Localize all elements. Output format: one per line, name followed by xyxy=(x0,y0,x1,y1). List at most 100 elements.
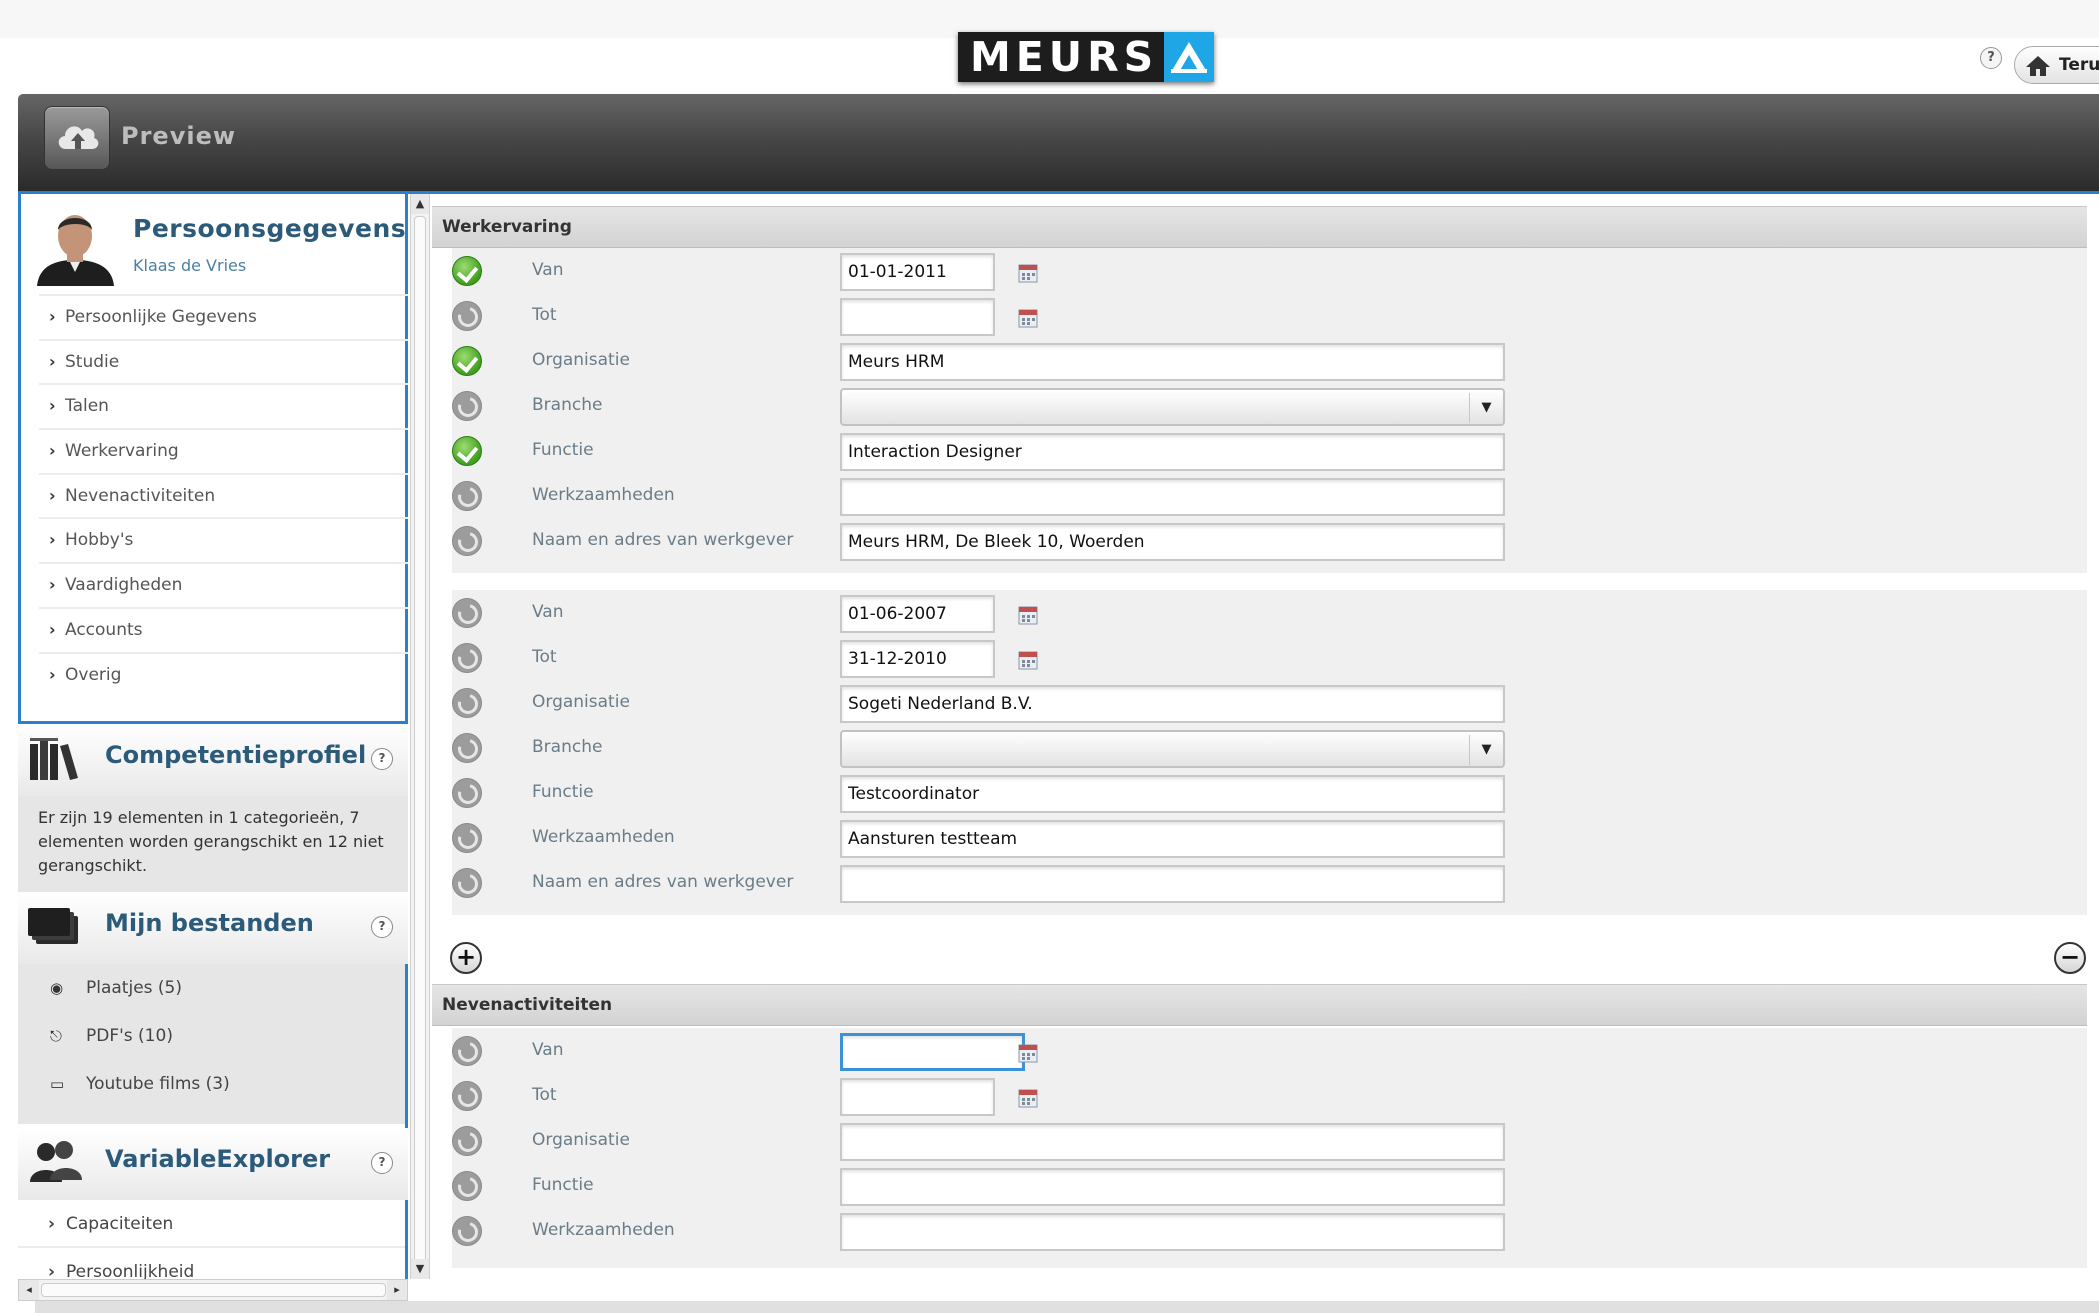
status-empty-icon xyxy=(452,1081,482,1111)
file-item-pdfs[interactable]: ⎋ PDF's (10) xyxy=(18,1012,405,1060)
calendar-icon[interactable] xyxy=(1018,308,1038,328)
cloud-upload-button[interactable] xyxy=(44,106,110,170)
field-row-branche: Branche ▼ xyxy=(452,725,2087,770)
field-label: Tot xyxy=(532,647,557,667)
field-row-organisatie: Organisatie Sogeti Nederland B.V. xyxy=(452,680,2087,725)
scrollbar-thumb[interactable] xyxy=(41,1283,386,1297)
pdf-icon: ⎋ xyxy=(50,1027,62,1045)
functie-input[interactable] xyxy=(840,1168,1505,1206)
field-label: Functie xyxy=(532,440,594,460)
cloud-upload-icon xyxy=(58,126,99,149)
status-empty-icon xyxy=(452,688,482,718)
sidebar-vertical-scrollbar[interactable]: ▲ ▼ xyxy=(410,194,430,1279)
werkzaamheden-input[interactable] xyxy=(840,1213,1505,1251)
folder-stack-icon xyxy=(28,902,80,954)
field-row-van: Van 01-01-2011 xyxy=(452,248,2087,293)
werkzaamheden-input[interactable] xyxy=(840,478,1505,516)
nav-item-label: Overig xyxy=(65,664,122,685)
nav-item-accounts[interactable]: › Accounts xyxy=(39,606,408,652)
profile-nav-list: › Persoonlijke Gegevens › Studie › Talen › W… xyxy=(39,294,408,696)
nav-item-talen[interactable]: › Talen xyxy=(39,383,408,428)
help-icon[interactable]: ? xyxy=(371,748,393,770)
chevron-right-icon: › xyxy=(49,351,56,371)
nav-item-vaardigheden[interactable]: › Vaardigheden xyxy=(39,562,408,607)
status-empty-icon xyxy=(452,733,482,763)
dropdown-arrow-icon[interactable]: ▼ xyxy=(1469,393,1503,423)
status-valid-icon xyxy=(452,346,482,376)
scrollbar-thumb[interactable] xyxy=(414,216,426,1276)
nav-item-overig[interactable]: › Overig xyxy=(39,651,408,697)
nav-item-hobbys[interactable]: › Hobby's xyxy=(39,517,408,562)
scroll-right-arrow-icon[interactable]: ▸ xyxy=(387,1280,407,1300)
status-empty-icon xyxy=(452,1036,482,1066)
organisatie-input[interactable] xyxy=(840,1123,1505,1161)
calendar-icon[interactable] xyxy=(1018,263,1038,283)
profile-panel: Persoonsgegevens Klaas de Vries › Persoon… xyxy=(18,194,408,724)
file-item-label: PDF's (10) xyxy=(86,1026,173,1046)
tot-date-input[interactable] xyxy=(840,1078,995,1116)
scroll-down-arrow-icon[interactable]: ▼ xyxy=(411,1259,429,1279)
status-empty-icon xyxy=(452,391,482,421)
add-entry-button[interactable]: + xyxy=(450,942,482,974)
dropdown-arrow-icon[interactable]: ▼ xyxy=(1469,735,1503,765)
main-form: Werkervaring Van 01-01-2011 Tot Organisa… xyxy=(432,198,2099,1300)
nav-item-werkervaring[interactable]: › Werkervaring xyxy=(39,428,408,473)
tot-date-input[interactable] xyxy=(840,298,995,336)
functie-input[interactable]: Interaction Designer xyxy=(840,433,1505,471)
file-item-plaatjes[interactable]: ◉ Plaatjes (5) xyxy=(18,964,405,1012)
nav-item-nevenactiviteiten[interactable]: › Nevenactiviteiten xyxy=(39,472,408,518)
calendar-icon[interactable] xyxy=(1018,1088,1038,1108)
werkgever-input[interactable]: Meurs HRM, De Bleek 10, Woerden xyxy=(840,523,1505,561)
nav-item-persoonlijke-gegevens[interactable]: › Persoonlijke Gegevens xyxy=(39,294,408,339)
van-date-input[interactable] xyxy=(840,1033,1025,1071)
help-icon[interactable]: ? xyxy=(371,916,393,938)
field-label: Organisatie xyxy=(532,692,630,712)
nav-item-label: Hobby's xyxy=(65,530,134,551)
status-empty-icon xyxy=(452,1126,482,1156)
chevron-right-icon: › xyxy=(49,441,56,461)
werkzaamheden-input[interactable]: Aansturen testteam xyxy=(840,820,1505,858)
functie-input[interactable]: Testcoordinator xyxy=(840,775,1505,813)
branche-select[interactable]: ▼ xyxy=(840,388,1505,426)
file-item-label: Youtube films (3) xyxy=(86,1074,230,1094)
profile-name: Klaas de Vries xyxy=(133,256,247,275)
page: { "header": { "logo_text": "MEURS", "hel… xyxy=(0,0,2099,1313)
var-item-capaciteiten[interactable]: › Capaciteiten xyxy=(18,1200,405,1248)
van-date-input[interactable]: 01-06-2007 xyxy=(840,595,995,633)
remove-entry-button[interactable]: − xyxy=(2054,942,2086,974)
field-row-van: Van 01-06-2007 xyxy=(452,590,2087,635)
nav-item-label: Accounts xyxy=(65,619,143,640)
calendar-icon[interactable] xyxy=(1018,605,1038,625)
tot-date-input[interactable]: 31-12-2010 xyxy=(840,640,995,678)
back-button-label: Teru xyxy=(2059,55,2099,75)
werkgever-input[interactable] xyxy=(840,865,1505,903)
help-icon[interactable]: ? xyxy=(1980,47,2002,69)
logo-text: MEURS xyxy=(958,32,1165,82)
field-label: Werkzaamheden xyxy=(532,485,675,505)
nav-item-studie[interactable]: › Studie xyxy=(39,338,408,384)
mijn-bestanden-header[interactable]: Mijn bestanden ? xyxy=(18,892,408,964)
file-item-youtube[interactable]: ▭ Youtube films (3) xyxy=(18,1060,405,1108)
organisatie-input[interactable]: Sogeti Nederland B.V. xyxy=(840,685,1505,723)
variable-explorer-header[interactable]: VariableExplorer ? xyxy=(18,1128,408,1200)
field-label: Tot xyxy=(532,1085,557,1105)
competentieprofiel-header[interactable]: Competentieprofiel ? xyxy=(18,724,408,796)
field-label: Werkzaamheden xyxy=(532,1220,675,1240)
calendar-icon[interactable] xyxy=(1018,650,1038,670)
mijn-bestanden-panel: Mijn bestanden ? ◉ Plaatjes (5) ⎋ PDF's (1… xyxy=(18,892,408,1128)
branche-select[interactable]: ▼ xyxy=(840,730,1505,768)
section-header-nevenactiviteiten: Nevenactiviteiten xyxy=(432,984,2087,1026)
scroll-left-arrow-icon[interactable]: ◂ xyxy=(19,1280,39,1300)
calendar-icon[interactable] xyxy=(1018,1043,1038,1063)
status-empty-icon xyxy=(452,868,482,898)
back-home-button[interactable]: Teru xyxy=(2014,46,2099,84)
field-label: Van xyxy=(532,602,564,622)
organisatie-input[interactable]: Meurs HRM xyxy=(840,343,1505,381)
van-date-input[interactable]: 01-01-2011 xyxy=(840,253,995,291)
scroll-up-arrow-icon[interactable]: ▲ xyxy=(411,194,429,214)
competentieprofiel-summary: Er zijn 19 elementen in 1 categorieën, 7… xyxy=(18,796,408,892)
sidebar-horizontal-scrollbar[interactable]: ◂ ▸ xyxy=(18,1279,408,1301)
help-icon[interactable]: ? xyxy=(371,1152,393,1174)
field-row-tot: Tot xyxy=(452,293,2087,338)
status-empty-icon xyxy=(452,823,482,853)
